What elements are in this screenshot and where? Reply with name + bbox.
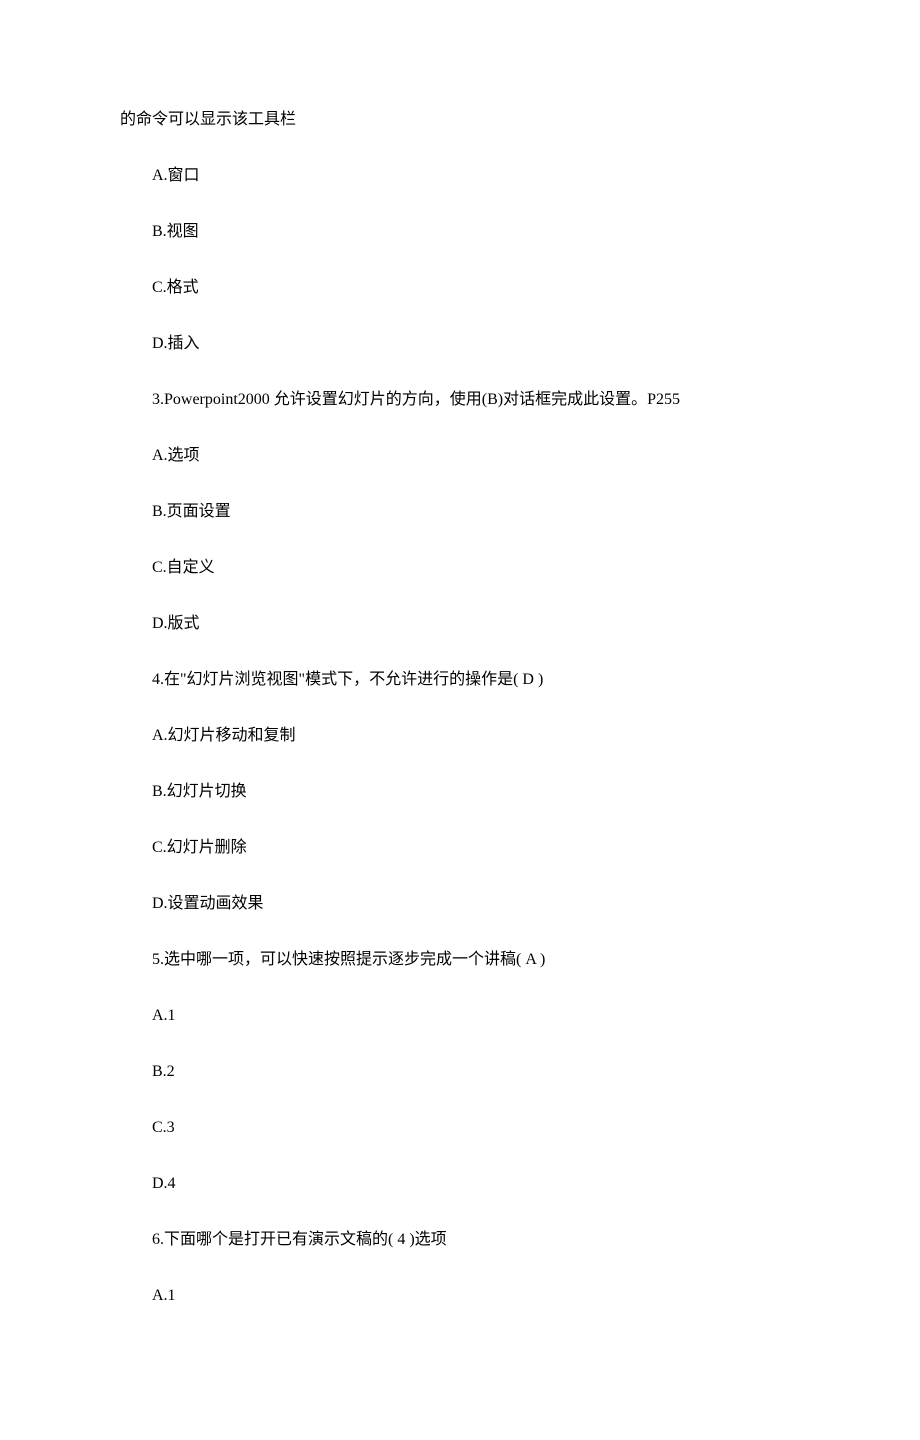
option-a: A.窗口: [120, 164, 800, 188]
option-a: A.选项: [120, 444, 800, 468]
option-c: C.自定义: [120, 556, 800, 580]
option-d: D.4: [120, 1172, 800, 1196]
option-a: A.1: [120, 1284, 800, 1308]
question-6: 6.下面哪个是打开已有演示文稿的( 4 )选项: [120, 1228, 800, 1252]
question-3: 3.Powerpoint2000 允许设置幻灯片的方向，使用(B)对话框完成此设…: [120, 388, 800, 412]
option-a: A.1: [120, 1004, 800, 1028]
option-d: D.插入: [120, 332, 800, 356]
question-5: 5.选中哪一项，可以快速按照提示逐步完成一个讲稿( A ): [120, 948, 800, 972]
option-c: C.3: [120, 1116, 800, 1140]
option-c: C.格式: [120, 276, 800, 300]
option-a: A.幻灯片移动和复制: [120, 724, 800, 748]
option-b: B.页面设置: [120, 500, 800, 524]
document-page: 的命令可以显示该工具栏 A.窗口 B.视图 C.格式 D.插入 3.Powerp…: [0, 0, 920, 1440]
option-d: D.版式: [120, 612, 800, 636]
option-d: D.设置动画效果: [120, 892, 800, 916]
option-c: C.幻灯片删除: [120, 836, 800, 860]
option-b: B.视图: [120, 220, 800, 244]
option-b: B.幻灯片切换: [120, 780, 800, 804]
text-line: 的命令可以显示该工具栏: [120, 108, 800, 132]
option-b: B.2: [120, 1060, 800, 1084]
question-4: 4.在"幻灯片浏览视图"模式下，不允许进行的操作是( D ): [120, 668, 800, 692]
